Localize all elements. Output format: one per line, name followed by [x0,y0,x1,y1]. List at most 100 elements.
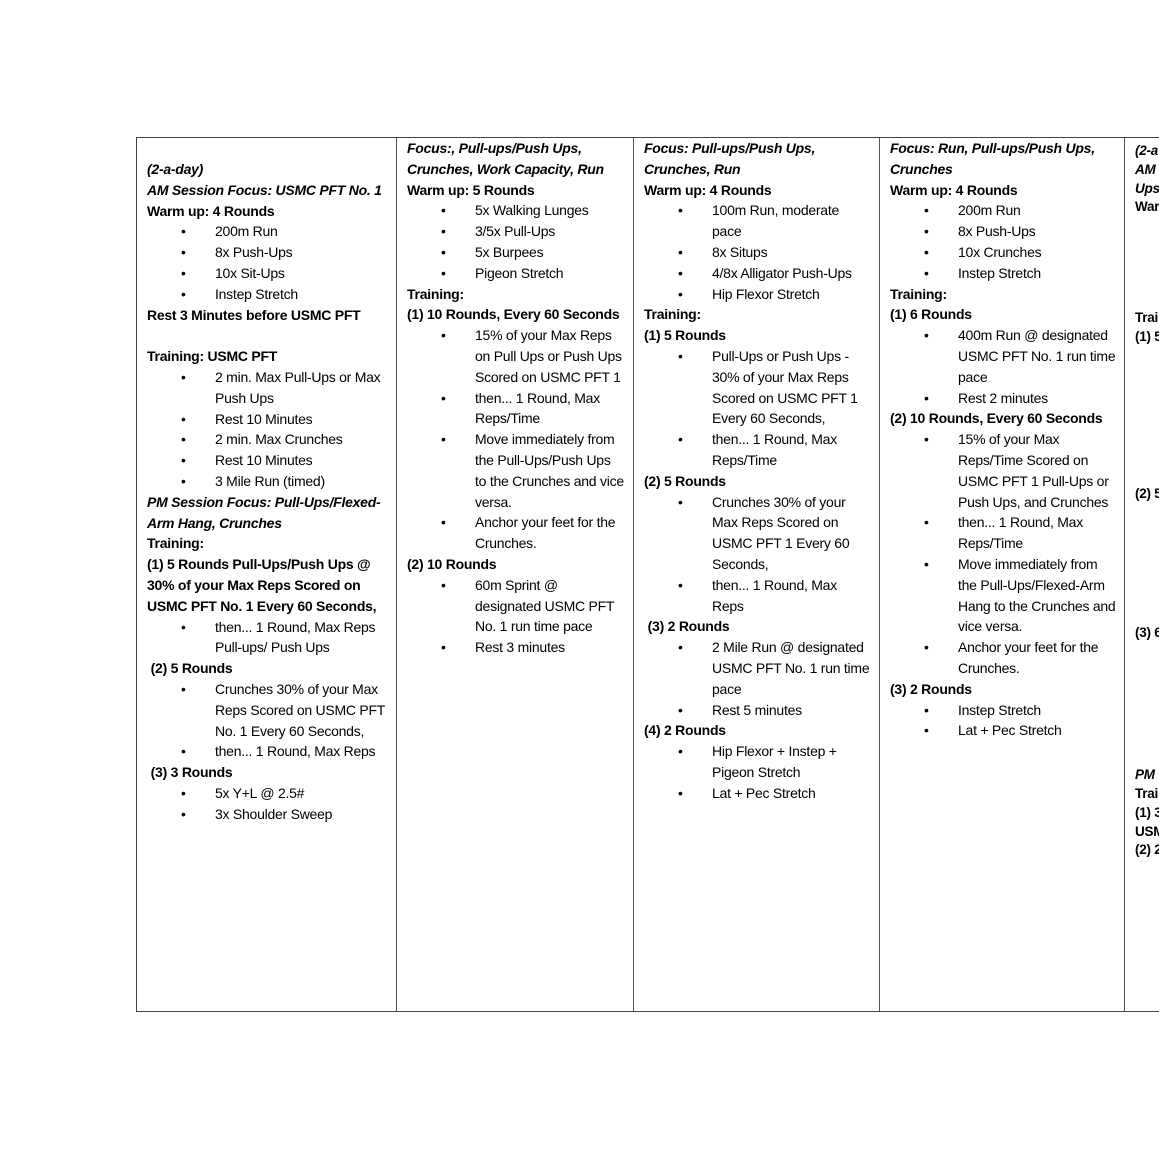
list-item-text: Lat + Pec Stretch [958,722,1062,739]
list-item: • Rest 5 minutes [644,700,871,721]
section-label: (1) 5 Rounds Pull-Ups/Push Ups @ 30% of … [147,556,377,614]
list-item: • Instep Stretch [147,284,388,305]
bullet-icon: • [181,368,186,385]
section-label: Training: [407,285,464,302]
bullet-icon: • [678,639,683,656]
section-heading: Focus: Run, Pull-ups/Push Ups, Crunches [890,140,1099,177]
partial-text-line: War [1135,199,1159,214]
list-item-text: 2 min. Max Pull-Ups or Max Push Ups [215,368,381,406]
list-item: • 200m Run [890,200,1116,221]
bullet-icon: • [181,223,186,240]
bullet-icon: • [924,327,929,344]
list-item: • 8x Push-Ups [147,242,388,263]
list-item: • 200m Run [147,221,388,242]
bullet-icon: • [181,743,186,760]
bullet-icon: • [924,431,929,448]
bullet-icon: • [924,202,929,219]
section-label: (2) 5 Rounds [644,472,726,489]
list-item-text: 5x Burpees [475,243,544,260]
bullet-icon: • [678,347,683,364]
section-label: (3) 2 Rounds [890,680,972,697]
list-item-text: 200m Run [215,223,278,240]
bullet-icon: • [441,389,446,406]
list-item-text: Move immediately from the Pull-Ups/Push … [475,431,624,510]
bullet-icon: • [678,743,683,760]
list-item-text: Instep Stretch [958,264,1041,281]
section-label: (1) 5 Rounds [644,327,726,344]
list-item: • 10x Sit-Ups [147,263,388,284]
list-item: • Anchor your feet for the Crunches. [407,512,625,554]
list-item: • 4/8x Alligator Push-Ups [644,263,871,284]
list-item: • then... 1 Round, Max Reps [644,575,871,617]
day-column-3: Focus: Pull-ups/Push Ups, Crunches, Run W… [634,138,880,1011]
list-item-text: Lat + Pec Stretch [712,784,816,801]
list-item: • 10x Crunches [890,242,1116,263]
partial-text-line: (2-a [1135,143,1159,158]
list-item-text: 4/8x Alligator Push-Ups [712,264,852,281]
section-label: (1) 10 Rounds, Every 60 Seconds [407,306,620,323]
bullet-icon: • [441,223,446,240]
list-item-text: 10x Sit-Ups [215,264,285,281]
list-item-text: 8x Push-Ups [215,244,293,261]
list-item-text: then... 1 Round, Max Reps/Time [475,389,600,427]
list-item-text: then... 1 Round, Max Reps [712,576,837,614]
list-item: • Crunches 30% of your Max Reps Scored on… [644,492,871,575]
bullet-icon: • [924,243,929,260]
list-item: • Crunches 30% of your Max Reps Scored on… [147,679,388,741]
list-item: • Lat + Pec Stretch [644,783,871,804]
bullet-icon: • [924,264,929,281]
list-item-text: Rest 3 minutes [475,639,565,656]
bullet-icon: • [678,285,683,302]
day-column-2: Focus:, Pull-ups/Push Ups, Crunches, Wor… [397,138,634,1011]
list-item: • then... 1 Round, Max Reps/Time [407,388,625,430]
list-item: • 3 Mile Run (timed) [147,471,388,492]
section-label: Training: [644,306,701,323]
bullet-icon: • [924,639,929,656]
bullet-icon: • [181,784,186,801]
partial-text-line: (3) 6 [1135,625,1159,640]
list-item-text: 15% of your Max Reps/Time Scored on USMC… [958,431,1109,510]
partial-text-line: PM [1135,767,1155,782]
bullet-icon: • [924,701,929,718]
list-item-text: Pigeon Stretch [475,264,564,281]
list-item-text: Crunches 30% of your Max Reps Scored on … [215,680,385,739]
list-item-text: then... 1 Round, Max Reps [215,743,376,760]
list-item: • 15% of your Max Reps on Pull Ups or Pus… [407,325,625,387]
list-item: • 5x Y+L @ 2.5# [147,783,388,804]
section-label: Training: USMC PFT [147,348,278,365]
list-item: • then... 1 Round, Max Reps [147,741,388,762]
list-item: • Move immediately from the Pull-Ups/Push… [407,429,625,512]
list-item: • 15% of your Max Reps/Time Scored on USM… [890,429,1116,512]
list-item-text: Anchor your feet for the Crunches. [958,639,1099,676]
partial-text-line: (1) 3 [1135,805,1159,820]
bullet-icon: • [441,243,446,260]
bullet-icon: • [678,493,683,510]
list-item-text: 15% of your Max Reps on Pull Ups or Push… [475,327,622,385]
list-item-text: 100m Run, moderate pace [712,202,840,240]
bullet-icon: • [678,264,683,281]
bullet-icon: • [678,701,683,718]
section-heading: Focus:, Pull-ups/Push Ups, Crunches, Wor… [407,140,604,177]
bullet-icon: • [924,722,929,739]
bullet-icon: • [441,514,446,531]
list-item: • Instep Stretch [890,700,1116,721]
bullet-icon: • [441,431,446,448]
list-item: • 5x Walking Lunges [407,200,625,221]
list-item-text: Rest 5 minutes [712,701,802,718]
list-item-text: Crunches 30% of your Max Reps Scored on … [712,493,850,572]
bullet-icon: • [678,576,683,593]
list-item: • 2 min. Max Pull-Ups or Max Push Ups [147,367,388,409]
list-item-text: 5x Walking Lunges [475,202,589,219]
bullet-icon: • [924,555,929,572]
list-item: • 5x Burpees [407,242,625,263]
list-item: • Lat + Pec Stretch [890,720,1116,741]
section-label: Training: [890,285,947,302]
partial-text-line: AM [1135,162,1156,177]
section-label: Training: [147,535,204,552]
bullet-icon: • [441,327,446,344]
list-item-text: Hip Flexor + Instep + Pigeon Stretch [712,743,837,780]
list-item-text: 5x Y+L @ 2.5# [215,784,305,801]
list-item: • Pigeon Stretch [407,263,625,284]
list-item: • Instep Stretch [890,263,1116,284]
section-label: (1) 6 Rounds [890,306,972,323]
